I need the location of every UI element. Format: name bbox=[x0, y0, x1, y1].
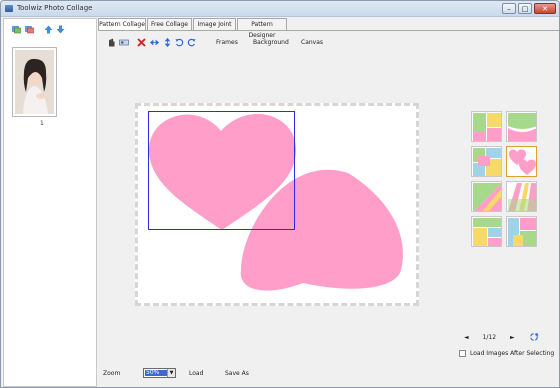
maximize-button[interactable]: □ bbox=[518, 3, 532, 14]
save-as-button[interactable]: Save As bbox=[225, 370, 249, 377]
pointer-icon[interactable] bbox=[107, 38, 116, 47]
thumbnail-index: 1 bbox=[40, 120, 44, 127]
remove-images-icon[interactable] bbox=[25, 25, 34, 34]
refresh-icon[interactable] bbox=[529, 332, 539, 342]
pattern-thumbnail-4[interactable] bbox=[506, 146, 537, 177]
pattern-thumbnail-6[interactable] bbox=[506, 181, 537, 212]
pattern-thumbnail-8[interactable] bbox=[506, 216, 537, 247]
minimize-icon: – bbox=[507, 5, 511, 13]
maximize-icon: □ bbox=[521, 5, 529, 13]
delete-icon[interactable] bbox=[137, 38, 146, 47]
title-bar: Toolwiz Photo Collage – □ ✕ bbox=[1, 1, 559, 17]
frames-button[interactable]: Frames bbox=[216, 39, 238, 46]
rotate-right-icon[interactable] bbox=[187, 38, 196, 47]
selected-cell-box[interactable] bbox=[148, 111, 295, 230]
pattern-pager: ◄ 1/12 ► bbox=[464, 334, 515, 341]
canvas-button[interactable]: Canvas bbox=[301, 39, 323, 46]
background-button[interactable]: Background bbox=[253, 39, 289, 46]
load-after-selecting-label: Load Images After Selecting bbox=[470, 350, 555, 357]
pattern-thumbnail-7[interactable] bbox=[471, 216, 502, 247]
window-title: Toolwiz Photo Collage bbox=[17, 4, 93, 12]
minimize-button[interactable]: – bbox=[502, 3, 516, 14]
move-up-icon[interactable] bbox=[44, 25, 53, 34]
close-button[interactable]: ✕ bbox=[534, 3, 556, 14]
zoom-value: 50% bbox=[145, 370, 167, 376]
page-indicator: 1/12 bbox=[482, 334, 497, 341]
tab-free-collage[interactable]: Free Collage bbox=[147, 18, 192, 30]
rotate-left-icon[interactable] bbox=[175, 38, 184, 47]
app-icon bbox=[5, 5, 13, 12]
photo-thumbnail-image bbox=[15, 50, 54, 114]
zoom-select[interactable]: 50% ▼ bbox=[143, 368, 176, 378]
prev-page-button[interactable]: ◄ bbox=[464, 334, 469, 341]
move-down-icon[interactable] bbox=[56, 25, 65, 34]
image-icon[interactable] bbox=[119, 38, 129, 47]
load-after-selecting-checkbox[interactable] bbox=[459, 350, 466, 357]
tab-strip-line bbox=[98, 30, 559, 31]
pattern-thumbnail-5[interactable] bbox=[471, 181, 502, 212]
flip-horizontal-icon[interactable] bbox=[150, 38, 159, 47]
image-thumbnail[interactable] bbox=[12, 47, 57, 117]
pattern-thumbnail-1[interactable] bbox=[471, 111, 502, 142]
close-icon: ✕ bbox=[542, 5, 548, 13]
chevron-down-icon[interactable]: ▼ bbox=[167, 369, 175, 377]
app-window: Toolwiz Photo Collage – □ ✕ 1 Pattern Co… bbox=[0, 0, 560, 388]
next-page-button[interactable]: ► bbox=[510, 334, 515, 341]
add-images-icon[interactable] bbox=[12, 25, 21, 34]
load-button[interactable]: Load bbox=[189, 370, 203, 377]
zoom-label: Zoom bbox=[103, 370, 121, 377]
flip-vertical-icon[interactable] bbox=[163, 38, 172, 47]
pattern-thumbnail-3[interactable] bbox=[471, 146, 502, 177]
tab-image-joint[interactable]: Image Joint bbox=[193, 18, 236, 30]
image-list-panel: 1 bbox=[3, 18, 97, 387]
tab-pattern-designer[interactable]: Pattern Designer bbox=[237, 18, 287, 39]
pattern-thumbnail-2[interactable] bbox=[506, 111, 537, 142]
